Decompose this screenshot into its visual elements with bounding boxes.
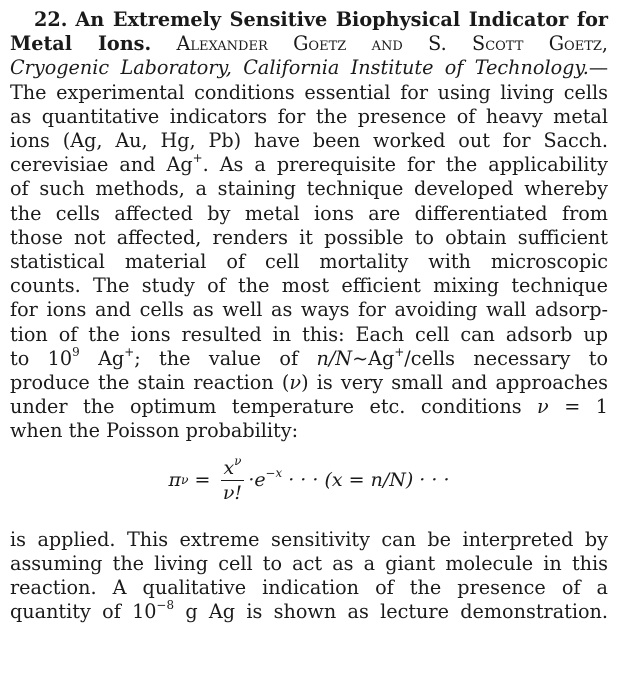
body-line: tion of the ions resulted in this: Each … [10, 322, 608, 346]
body-line: statistical material of cell mortality w… [10, 250, 608, 274]
body-line: of such methods, a staining technique de… [10, 177, 608, 201]
superscript: + [192, 151, 203, 166]
text-run: quantity of 10 [10, 600, 157, 624]
formula-fraction: xν ν! [220, 453, 245, 505]
body-line: The experimental conditions essential fo… [10, 80, 608, 104]
body-line: is applied. This extreme sensitivity can… [10, 527, 608, 551]
body-line-last: quantity of 10−8 g Ag is shown as lectur… [10, 598, 608, 624]
text-run: = 1 [548, 395, 608, 419]
formula-exp: ·e−x [248, 466, 283, 492]
title-line-2: Metal Ions. Alexander Goetz and S. Scott… [10, 32, 608, 56]
body-line-ag: cerevisiae and Ag+. As a prerequisite fo… [10, 151, 608, 177]
text-run: Ag [79, 346, 125, 370]
body-line-stain: produce the stain reaction (ν) is very s… [10, 371, 608, 395]
formula-lhs-sub: ν [180, 473, 189, 488]
article-authors: Alexander Goetz and S. Scott Goetz, [176, 32, 608, 56]
text-run: under the optimum temperature etc. condi… [10, 395, 538, 419]
superscript: + [394, 344, 405, 359]
body-line: counts. The study of the most efficient … [10, 274, 608, 298]
text-run: ) is very small and approaches [301, 371, 609, 395]
article-number: 22. [34, 8, 68, 31]
poisson-formula: πν = xν ν! ·e−x · · · (x = n/N) · · · [10, 450, 608, 522]
body-line: assuming the living cell to act as a gia… [10, 551, 608, 575]
text-run: to 10 [10, 346, 73, 370]
body-line: for ions and cells as well as ways for a… [10, 298, 608, 322]
math-nu: ν [289, 371, 302, 395]
body-line-poisson: when the Poisson probability: [10, 419, 299, 443]
formula-exp-sup: −x [265, 466, 283, 481]
formula-exp-base: ·e [248, 469, 266, 492]
affiliation-line: Cryogenic Laboratory, California Institu… [10, 56, 608, 80]
math-ratio: n/N [316, 346, 353, 370]
body-line-optimum: under the optimum temperature etc. condi… [10, 395, 608, 419]
formula-denominator: ν! [222, 481, 243, 504]
formula-tail: · · · (x = n/N) · · · [282, 469, 450, 492]
text-run: produce the stain reaction ( [10, 371, 290, 395]
body-line: reaction. A qualitative indication of th… [10, 576, 608, 600]
text-run: ∼Ag [352, 346, 395, 370]
text-run: g Ag is shown as lecture demonstration. [174, 600, 608, 624]
body-line: those not affected, renders it possible … [10, 225, 608, 249]
math-nu: ν [537, 395, 549, 419]
superscript: −8 [156, 598, 175, 613]
body-line: as quantitative indicators for the prese… [10, 104, 608, 128]
text-run: . As a prerequisite for the applicabilit… [202, 153, 608, 177]
formula-eq: = [188, 469, 217, 492]
body-line: ions (Ag, Au, Hg, Pb) have been worked o… [10, 129, 608, 153]
text-run: cerevisiae and Ag [10, 153, 193, 177]
article-title: An Extremely Sensitive Biophysical Indic… [75, 8, 608, 31]
formula-num-base: x [223, 456, 235, 479]
superscript: + [124, 344, 135, 359]
article-title-end: Metal Ions. [10, 32, 152, 56]
formula-numerator: xν [220, 453, 245, 481]
title-line-1: 22. An Extremely Sensitive Biophysical I… [10, 8, 608, 32]
body-line-adsorb: to 109 Ag+; the value of n/N∼Ag+/cells n… [10, 344, 608, 371]
formula-lhs: π [168, 469, 181, 492]
superscript: 9 [72, 344, 80, 359]
formula-num-sup: ν [234, 453, 242, 468]
affiliation-dash: — [588, 56, 608, 80]
abstract-page: 22. An Extremely Sensitive Biophysical I… [10, 8, 608, 624]
text-run: ; the value of [134, 346, 317, 370]
text-run: /cells necessary to [404, 346, 608, 370]
article-affiliation: Cryogenic Laboratory, California Institu… [10, 56, 589, 80]
body-line: the cells affected by metal ions are dif… [10, 201, 608, 225]
